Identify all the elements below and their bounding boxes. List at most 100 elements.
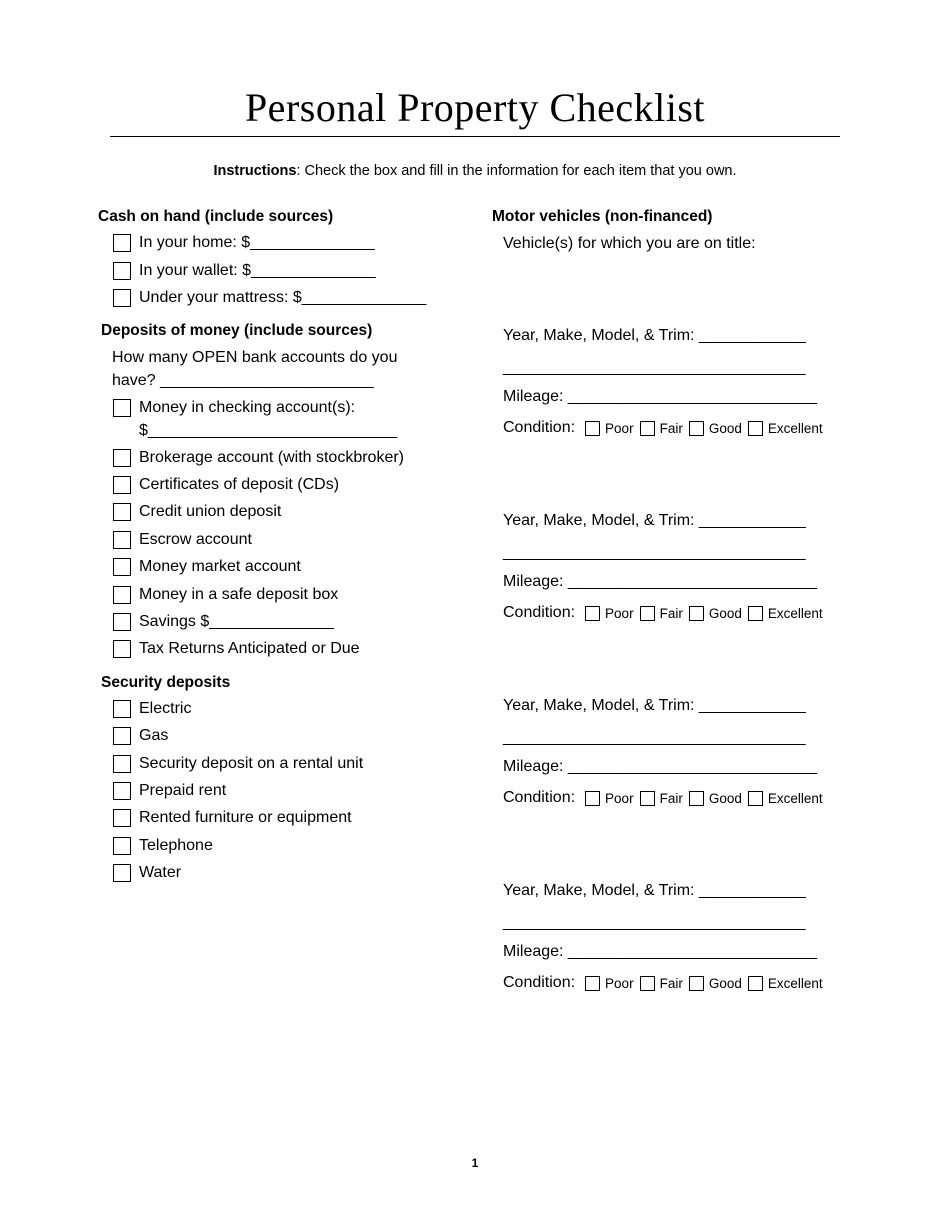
checkbox[interactable]: [113, 234, 131, 252]
checkbox-fair[interactable]: [639, 975, 655, 991]
checkbox-poor[interactable]: [585, 975, 601, 991]
checkbox[interactable]: [113, 727, 131, 745]
condition-option: Poor: [605, 975, 634, 991]
condition-label: Condition:: [503, 974, 576, 991]
cash-item-label: Under your mattress: $______________: [139, 289, 427, 306]
condition-option: Fair: [659, 605, 683, 621]
deposit-item: Tax Returns Anticipated or Due: [113, 640, 360, 658]
checkbox[interactable]: [113, 449, 131, 467]
condition-row: Condition: Poor Fair Good Excellent: [503, 789, 829, 807]
deposit-item: Credit union deposit: [113, 503, 281, 521]
checkbox[interactable]: [113, 755, 131, 773]
security-heading: Security deposits: [101, 674, 231, 691]
checkbox-poor[interactable]: [585, 420, 601, 436]
deposit-item-label: Tax Returns Anticipated or Due: [139, 640, 360, 657]
checkbox[interactable]: [113, 864, 131, 882]
checkbox[interactable]: [113, 837, 131, 855]
checkbox-good[interactable]: [688, 975, 704, 991]
checkbox[interactable]: [113, 289, 131, 307]
checkbox-fair[interactable]: [639, 605, 655, 621]
ymmt-continuation-line[interactable]: __________________________________: [503, 359, 806, 377]
page-number: 1: [471, 1156, 479, 1170]
mileage-field[interactable]: Mileage: ____________________________: [503, 573, 817, 591]
condition-row: Condition: Poor Fair Good Excellent: [503, 974, 829, 992]
deposit-item-label: Escrow account: [139, 531, 252, 548]
deposit-item-label: Credit union deposit: [139, 503, 282, 520]
deposits-heading: Deposits of money (include sources): [101, 322, 373, 339]
ymmt-field[interactable]: Year, Make, Model, & Trim: ____________: [503, 697, 806, 715]
page-title: Personal Property Checklist: [244, 85, 706, 130]
cash-item: In your wallet: $______________: [113, 262, 376, 280]
checkbox-good[interactable]: [688, 605, 704, 621]
checkbox-fair[interactable]: [639, 790, 655, 806]
mileage-field[interactable]: Mileage: ____________________________: [503, 388, 817, 406]
condition-option: Fair: [659, 975, 683, 991]
security-item-label: Electric: [139, 700, 192, 717]
condition-option: Poor: [605, 605, 634, 621]
checkbox[interactable]: [113, 558, 131, 576]
deposit-item: Escrow account: [113, 531, 252, 549]
deposit-item-label: Money in checking account(s):: [139, 399, 356, 416]
checkbox[interactable]: [113, 531, 131, 549]
condition-option: Fair: [659, 790, 683, 806]
ymmt-continuation-line[interactable]: __________________________________: [503, 729, 806, 747]
security-item-label: Water: [139, 864, 182, 881]
checkbox[interactable]: [113, 809, 131, 827]
deposit-item-label: Money in a safe deposit box: [139, 586, 339, 603]
ymmt-field[interactable]: Year, Make, Model, & Trim: ____________: [503, 882, 806, 900]
condition-option: Excellent: [767, 790, 823, 806]
deposit-item-label: Certificates of deposit (CDs): [139, 476, 340, 493]
security-item-label: Security deposit on a rental unit: [139, 755, 364, 772]
security-item-label: Telephone: [139, 837, 213, 854]
mileage-field[interactable]: Mileage: ____________________________: [503, 943, 817, 961]
checkbox[interactable]: [113, 476, 131, 494]
checkbox-excellent[interactable]: [747, 605, 763, 621]
checkbox[interactable]: [113, 262, 131, 280]
checkbox[interactable]: [113, 782, 131, 800]
instructions-label: Instructions: [213, 163, 297, 179]
cash-item: In your home: $______________: [113, 234, 375, 252]
checkbox[interactable]: [113, 700, 131, 718]
security-item-label: Gas: [139, 727, 169, 744]
condition-option: Good: [708, 790, 742, 806]
deposit-item: Brokerage account (with stockbroker): [113, 449, 404, 467]
checkbox[interactable]: [113, 503, 131, 521]
checkbox[interactable]: [113, 586, 131, 604]
condition-option: Good: [708, 420, 742, 436]
checkbox-poor[interactable]: [585, 605, 601, 621]
condition-option: Poor: [605, 790, 634, 806]
accounts-question: How many OPEN bank accounts do you: [112, 349, 398, 366]
title-divider: [110, 136, 840, 137]
vehicles-heading: Motor vehicles (non-financed): [492, 208, 713, 225]
checkbox[interactable]: [113, 399, 131, 417]
mileage-field[interactable]: Mileage: ____________________________: [503, 758, 817, 776]
checkbox-poor[interactable]: [585, 790, 601, 806]
condition-option: Fair: [659, 420, 683, 436]
deposit-item-label: Money market account: [139, 558, 301, 575]
security-item-label: Rented furniture or equipment: [139, 809, 352, 826]
deposit-item-label: Brokerage account (with stockbroker): [139, 449, 404, 466]
deposit-item: Money in checking account(s):: [113, 399, 355, 417]
checkbox[interactable]: [113, 640, 131, 658]
checking-amount-field[interactable]: $____________________________: [139, 422, 397, 440]
security-item: Rented furniture or equipment: [113, 809, 352, 827]
checkbox[interactable]: [113, 613, 131, 631]
condition-row: Condition: Poor Fair Good Excellent: [503, 604, 829, 622]
checkbox-excellent[interactable]: [747, 975, 763, 991]
accounts-question-field[interactable]: have? ________________________: [112, 372, 374, 390]
checkbox-excellent[interactable]: [747, 420, 763, 436]
ymmt-continuation-line[interactable]: __________________________________: [503, 914, 806, 932]
ymmt-field[interactable]: Year, Make, Model, & Trim: ____________: [503, 512, 806, 530]
ymmt-continuation-line[interactable]: __________________________________: [503, 544, 806, 562]
condition-label: Condition:: [503, 419, 576, 436]
ymmt-field[interactable]: Year, Make, Model, & Trim: ____________: [503, 327, 806, 345]
checkbox-good[interactable]: [688, 790, 704, 806]
condition-label: Condition:: [503, 789, 576, 806]
security-item: Electric: [113, 700, 191, 718]
checkbox-fair[interactable]: [639, 420, 655, 436]
checkbox-excellent[interactable]: [747, 790, 763, 806]
cash-item-label: In your home: $______________: [139, 234, 375, 251]
deposit-item: Savings $______________: [113, 613, 334, 631]
deposit-item: Money in a safe deposit box: [113, 586, 338, 604]
checkbox-good[interactable]: [688, 420, 704, 436]
